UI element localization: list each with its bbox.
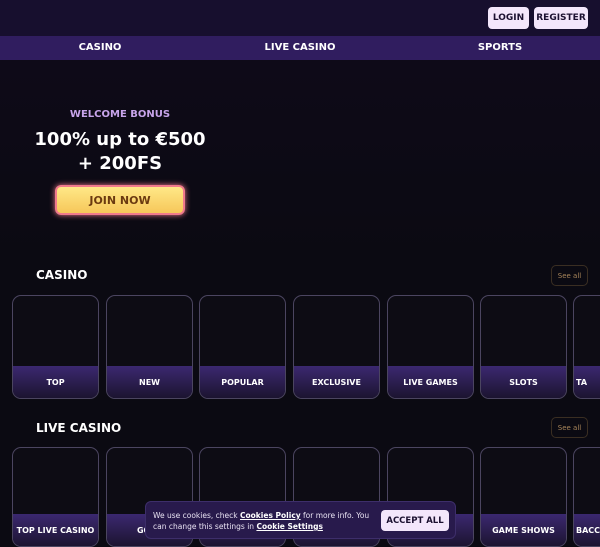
cookie-settings-link[interactable]: Cookie Settings bbox=[256, 522, 322, 531]
cookie-banner: We use cookies, check Cookies Policy for… bbox=[145, 501, 456, 539]
category-card[interactable]: POPULAR bbox=[199, 295, 286, 399]
welcome-bonus-label: WELCOME BONUS bbox=[69, 109, 171, 120]
category-card[interactable]: GAME SHOWS bbox=[480, 447, 567, 547]
category-card[interactable]: NEW bbox=[106, 295, 193, 399]
category-card-label: BACC bbox=[574, 514, 600, 546]
main-nav: CASINO LIVE CASINO SPORTS bbox=[0, 36, 600, 60]
category-card-label: POPULAR bbox=[200, 366, 285, 398]
register-button[interactable]: REGISTER bbox=[534, 7, 588, 29]
casino-see-all-button[interactable]: See all bbox=[551, 265, 588, 286]
cookie-text: We use cookies, check Cookies Policy for… bbox=[153, 510, 378, 532]
casino-section-title: CASINO bbox=[36, 268, 88, 282]
category-card[interactable]: TOP LIVE CASINO bbox=[12, 447, 99, 547]
join-now-button[interactable]: JOIN NOW bbox=[55, 185, 185, 215]
login-button[interactable]: LOGIN bbox=[488, 7, 529, 29]
category-card-label: NEW bbox=[107, 366, 192, 398]
category-card-label: TA bbox=[574, 366, 600, 398]
category-card[interactable]: LIVE GAMES bbox=[387, 295, 474, 399]
category-card[interactable]: EXCLUSIVE bbox=[293, 295, 380, 399]
category-card-label: TOP LIVE CASINO bbox=[13, 514, 98, 546]
category-card[interactable]: TOP bbox=[12, 295, 99, 399]
live-casino-see-all-button[interactable]: See all bbox=[551, 417, 588, 438]
category-card-label: TOP bbox=[13, 366, 98, 398]
category-card[interactable]: BACC bbox=[573, 447, 600, 547]
nav-live-casino[interactable]: LIVE CASINO bbox=[200, 36, 400, 60]
bonus-title: 100% up to €500 + 200FS bbox=[34, 129, 206, 174]
category-card[interactable]: TA bbox=[573, 295, 600, 399]
category-card-label: EXCLUSIVE bbox=[294, 366, 379, 398]
category-card-label: SLOTS bbox=[481, 366, 566, 398]
category-card[interactable]: SLOTS bbox=[480, 295, 567, 399]
accept-all-button[interactable]: ACCEPT ALL bbox=[381, 510, 449, 531]
live-casino-section-title: LIVE CASINO bbox=[36, 421, 122, 435]
cookie-text-1: We use cookies, check bbox=[153, 511, 240, 520]
nav-casino[interactable]: CASINO bbox=[0, 36, 200, 60]
category-card-label: GAME SHOWS bbox=[481, 514, 566, 546]
cookies-policy-link[interactable]: Cookies Policy bbox=[240, 511, 301, 520]
nav-sports[interactable]: SPORTS bbox=[400, 36, 600, 60]
category-card-label: LIVE GAMES bbox=[388, 366, 473, 398]
top-bar: LOGIN REGISTER bbox=[0, 0, 600, 36]
